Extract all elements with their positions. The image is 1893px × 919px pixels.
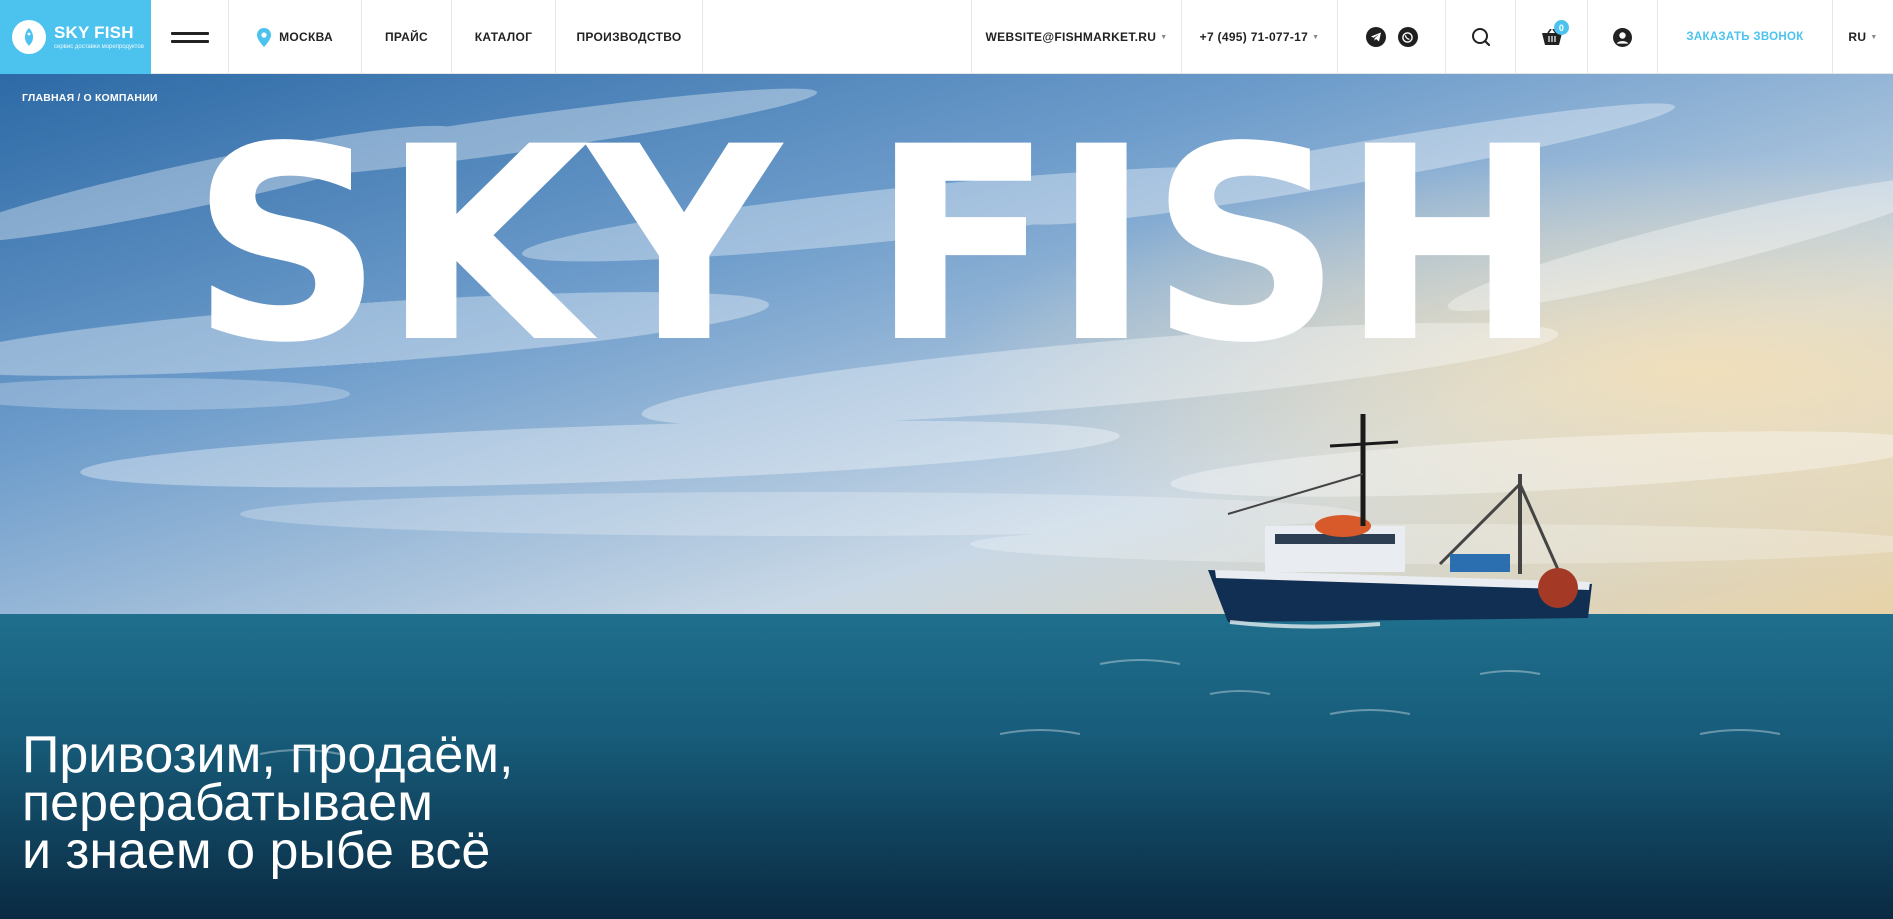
tagline-line-2: перерабатываем: [22, 774, 433, 832]
search-icon: [1471, 28, 1490, 47]
logo[interactable]: SKY FISH сервис доставки морепродуктов: [0, 0, 151, 74]
account-button[interactable]: [1588, 0, 1658, 74]
language-selector[interactable]: RU ▼: [1833, 0, 1893, 74]
email-label: WEBSITE@FISHMARKET.RU: [985, 30, 1157, 44]
nav-link-price[interactable]: ПРАЙС: [362, 0, 452, 74]
breadcrumb-current: О КОМПАНИИ: [83, 92, 158, 104]
tagline-line-1: Привозим, продаём,: [22, 726, 514, 784]
logo-subtitle: сервис доставки морепродуктов: [54, 44, 144, 50]
breadcrumb: ГЛАВНАЯ / О КОМПАНИИ: [22, 92, 158, 104]
language-label: RU: [1848, 30, 1867, 44]
order-callback-button[interactable]: ЗАКАЗАТЬ ЗВОНОК: [1658, 0, 1833, 74]
cart-button[interactable]: 0: [1516, 0, 1588, 74]
hero-tagline: Привозим, продаём, перерабатываем и знае…: [22, 726, 514, 880]
chevron-down-icon: ▼: [1160, 33, 1168, 41]
breadcrumb-separator: /: [77, 92, 81, 104]
tagline-line-3: и знаем о рыбе всё: [22, 822, 491, 880]
burger-menu-icon: [170, 31, 209, 35]
user-icon: [1613, 27, 1632, 47]
burger-menu-button[interactable]: [151, 0, 229, 74]
search-button[interactable]: [1446, 0, 1516, 74]
chevron-down-icon: ▼: [1870, 33, 1878, 41]
site-header: SKY FISH сервис доставки морепродуктов М…: [0, 0, 1893, 74]
hero-title: SKY FISH: [190, 90, 1564, 402]
breadcrumb-home-link[interactable]: ГЛАВНАЯ: [22, 92, 74, 104]
logo-title: SKY FISH: [54, 23, 134, 42]
burger-menu-icon-line: [170, 39, 209, 43]
fish-logo-icon: [12, 20, 46, 54]
logo-text: SKY FISH сервис доставки морепродуктов: [54, 24, 144, 50]
chevron-down-icon: ▼: [1312, 33, 1320, 41]
nav-link-catalog[interactable]: КАТАЛОГ: [452, 0, 556, 74]
messengers: [1338, 0, 1446, 74]
cart-count-badge: 0: [1554, 20, 1569, 35]
phone-dropdown[interactable]: +7 (495) 71-077-17 ▼: [1182, 0, 1338, 74]
telegram-icon[interactable]: [1365, 27, 1386, 47]
hero-section: SKY FISH Привозим, продаём, перерабатыва…: [0, 74, 1893, 919]
header-spacer: [703, 0, 972, 73]
city-selector[interactable]: МОСКВА: [229, 0, 362, 74]
location-pin-icon: [257, 27, 272, 47]
phone-label: +7 (495) 71-077-17: [1199, 30, 1309, 44]
whatsapp-icon[interactable]: [1397, 27, 1418, 47]
email-dropdown[interactable]: WEBSITE@FISHMARKET.RU ▼: [972, 0, 1182, 74]
nav-link-production[interactable]: ПРОИЗВОДСТВО: [556, 0, 703, 74]
city-label: МОСКВА: [279, 30, 333, 44]
